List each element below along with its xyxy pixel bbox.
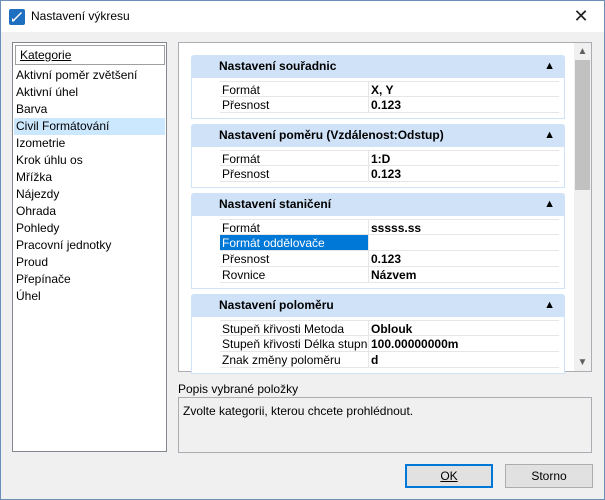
property-name: Formát: [222, 83, 261, 96]
category-item[interactable]: Barva: [14, 101, 165, 118]
category-list-header[interactable]: Kategorie: [15, 45, 165, 65]
vertical-scrollbar[interactable]: ▲ ▼: [574, 43, 591, 371]
category-list-panel: Kategorie Aktivní poměr zvětšení Aktivní …: [12, 42, 167, 452]
category-item[interactable]: Pohledy: [14, 220, 165, 237]
property-row[interactable]: Stupeň křivosti Metoda Oblouk: [220, 320, 559, 336]
property-name: Formát oddělovače: [220, 235, 368, 250]
group-title: Nastavení souřadnic: [219, 59, 337, 73]
collapse-chevron-icon[interactable]: ▲: [544, 124, 555, 147]
property-row[interactable]: Formát 1:D: [220, 150, 559, 166]
scroll-down-icon[interactable]: ▼: [574, 354, 591, 371]
property-value[interactable]: d: [368, 352, 559, 367]
group-body: Formát X, Y Přesnost 0.123: [191, 78, 565, 119]
property-value[interactable]: 0.123: [368, 97, 559, 112]
property-name: Stupeň křivosti Délka stupně: [222, 337, 368, 351]
category-header-label: Kategorie: [20, 48, 72, 62]
group-title: Nastavení staničení: [219, 197, 332, 211]
property-value[interactable]: [368, 235, 559, 250]
property-row[interactable]: Formát oddělovače: [220, 235, 559, 251]
category-item[interactable]: Přepínače: [14, 271, 165, 288]
property-row[interactable]: Znak změny poloměru d: [220, 352, 559, 368]
property-name: Přesnost: [222, 252, 270, 266]
app-icon: [9, 9, 25, 25]
property-value[interactable]: Oblouk: [368, 321, 559, 335]
group-title: Nastavení poměru (Vzdálenost:Odstup): [219, 128, 444, 142]
description-box: Zvolte kategorii, kterou chcete prohlédn…: [178, 397, 592, 453]
group-header[interactable]: Nastavení staničení ▲: [191, 193, 565, 216]
category-item[interactable]: Krok úhlu os: [14, 152, 165, 169]
property-value[interactable]: 0.123: [368, 166, 559, 181]
property-groups: Nastavení souřadnic ▲ Formát X, Y Přesnost 0.…: [191, 55, 565, 379]
properties-panel: Nastavení souřadnic ▲ Formát X, Y Přesnost 0.…: [178, 42, 592, 374]
category-item[interactable]: Nájezdy: [14, 186, 165, 203]
property-value[interactable]: sssss.ss: [368, 220, 559, 234]
close-icon[interactable]: ✕: [558, 1, 604, 32]
description-label: Popis vybrané položky: [178, 382, 299, 396]
property-name: Stupeň křivosti Metoda: [222, 322, 345, 335]
category-item[interactable]: Pracovní jednotky: [14, 237, 165, 254]
category-item[interactable]: Mřížka: [14, 169, 165, 186]
property-name: Přesnost: [222, 167, 270, 181]
group-body: Formát 1:D Přesnost 0.123: [191, 147, 565, 188]
property-row[interactable]: Rovnice Názvem: [220, 267, 559, 283]
cancel-button[interactable]: Storno: [505, 464, 593, 488]
property-value[interactable]: 1:D: [368, 151, 559, 165]
category-item[interactable]: Aktivní úhel: [14, 84, 165, 101]
category-item[interactable]: Izometrie: [14, 135, 165, 152]
property-row[interactable]: Stupeň křivosti Délka stupně 100.00000000…: [220, 336, 559, 352]
category-item[interactable]: Ohrada: [14, 203, 165, 220]
property-name: Rovnice: [222, 268, 266, 282]
collapse-chevron-icon[interactable]: ▲: [544, 294, 555, 317]
group-title: Nastavení poloměru: [219, 298, 334, 312]
category-item[interactable]: Civil Formátování: [14, 118, 165, 135]
group-header[interactable]: Nastavení souřadnic ▲: [191, 55, 565, 78]
category-list: Aktivní poměr zvětšení Aktivní úhel Barva C…: [14, 67, 165, 305]
scroll-thumb[interactable]: [575, 60, 590, 190]
property-row[interactable]: Formát X, Y: [220, 81, 559, 97]
property-name: Formát: [222, 221, 261, 234]
property-value[interactable]: X, Y: [368, 82, 559, 96]
group-header[interactable]: Nastavení poloměru ▲: [191, 294, 565, 317]
property-name: Přesnost: [222, 98, 270, 112]
group-body: Stupeň křivosti Metoda Oblouk Stupeň křivo…: [191, 317, 565, 374]
group-header[interactable]: Nastavení poměru (Vzdálenost:Odstup) ▲: [191, 124, 565, 147]
property-value[interactable]: 100.00000000m: [368, 336, 559, 351]
property-row[interactable]: Formát sssss.ss: [220, 219, 559, 235]
ok-button[interactable]: OK: [405, 464, 493, 488]
title-bar: Nastavení výkresu ✕: [1, 1, 604, 32]
property-name: Znak změny poloměru: [222, 353, 341, 367]
ok-button-label: OK: [440, 469, 458, 483]
collapse-chevron-icon[interactable]: ▲: [544, 55, 555, 78]
category-item[interactable]: Aktivní poměr zvětšení: [14, 67, 165, 84]
category-item[interactable]: Úhel: [14, 288, 165, 305]
property-row[interactable]: Přesnost 0.123: [220, 166, 559, 182]
collapse-chevron-icon[interactable]: ▲: [544, 193, 555, 216]
description-text: Zvolte kategorii, kterou chcete prohlédn…: [183, 404, 414, 418]
window-title: Nastavení výkresu: [31, 9, 130, 23]
property-name: Formát: [222, 152, 261, 165]
property-value[interactable]: Názvem: [368, 267, 559, 282]
property-row[interactable]: Přesnost 0.123: [220, 97, 559, 113]
group-body: Formát sssss.ss Formát oddělovače Přesnost 0…: [191, 216, 565, 289]
scroll-up-icon[interactable]: ▲: [574, 43, 591, 60]
category-item[interactable]: Proud: [14, 254, 165, 271]
property-value[interactable]: 0.123: [368, 251, 559, 266]
dialog-window: Nastavení výkresu ✕ Kategorie Aktivní po…: [0, 0, 605, 500]
property-row[interactable]: Přesnost 0.123: [220, 251, 559, 267]
